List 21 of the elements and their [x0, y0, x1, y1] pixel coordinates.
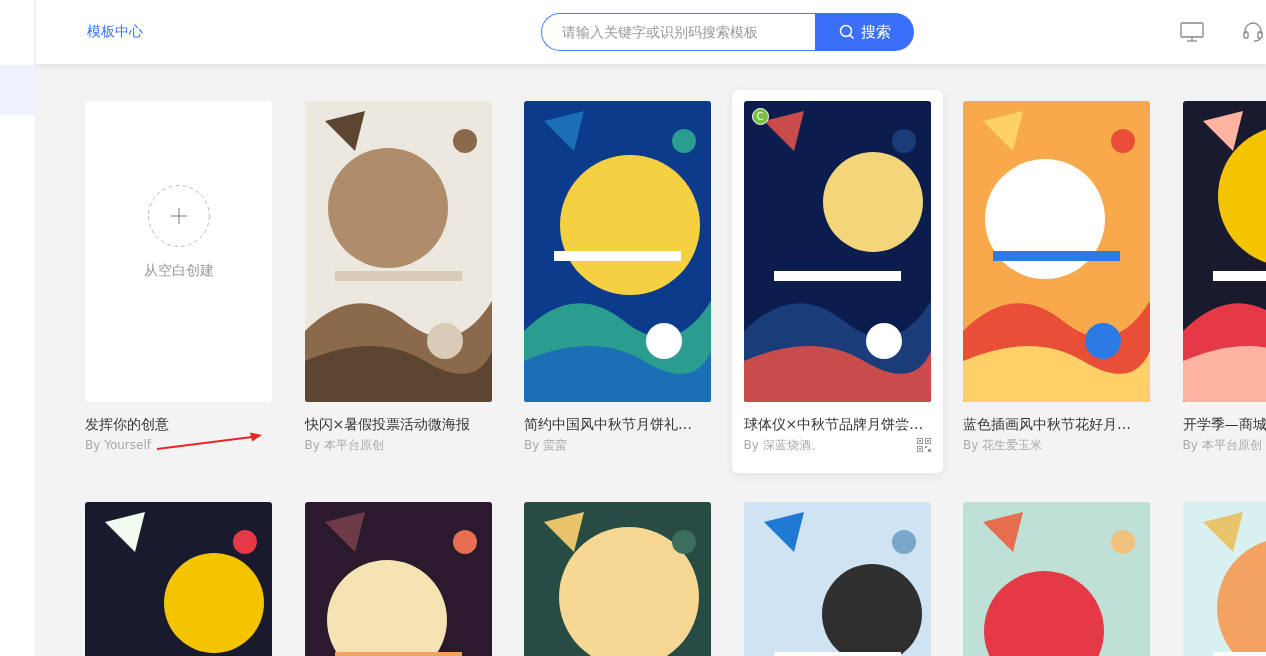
template-author: By Yourself: [85, 437, 151, 454]
qr-code-icon[interactable]: [916, 438, 931, 452]
template-title[interactable]: 蓝色插画风中秋节花好月…: [963, 415, 1131, 433]
template-title[interactable]: 开学季—商城: [1182, 415, 1266, 433]
template-author: By 本平台原创: [1182, 437, 1262, 454]
template-author: By 蛮蛮: [524, 437, 568, 454]
brand-link[interactable]: 模板中心: [87, 23, 541, 41]
template-author: By 花生爱玉米: [963, 437, 1043, 454]
headset-icon[interactable]: [1242, 21, 1264, 43]
template-title[interactable]: 球体仪×中秋节品牌月饼尝…: [743, 415, 924, 433]
search-field[interactable]: 请输入关键字或识别码搜索模板: [541, 13, 815, 51]
search-icon: [838, 24, 855, 40]
template-card[interactable]: C 球体仪×中秋节品牌月饼尝… By 深蓝烧酒。: [731, 90, 943, 473]
template-title[interactable]: 快闪×暑假投票活动微海报: [304, 415, 471, 433]
template-author: By 深蓝烧酒。: [743, 437, 823, 454]
template-title[interactable]: 发挥你的创意: [85, 415, 169, 433]
search-button[interactable]: 搜索: [815, 13, 914, 51]
plus-icon: [146, 183, 211, 248]
template-author: By 本平台原创: [304, 437, 384, 454]
monitor-icon[interactable]: [1180, 22, 1204, 42]
template-title[interactable]: 简约中国风中秋节月饼礼…: [524, 415, 692, 433]
